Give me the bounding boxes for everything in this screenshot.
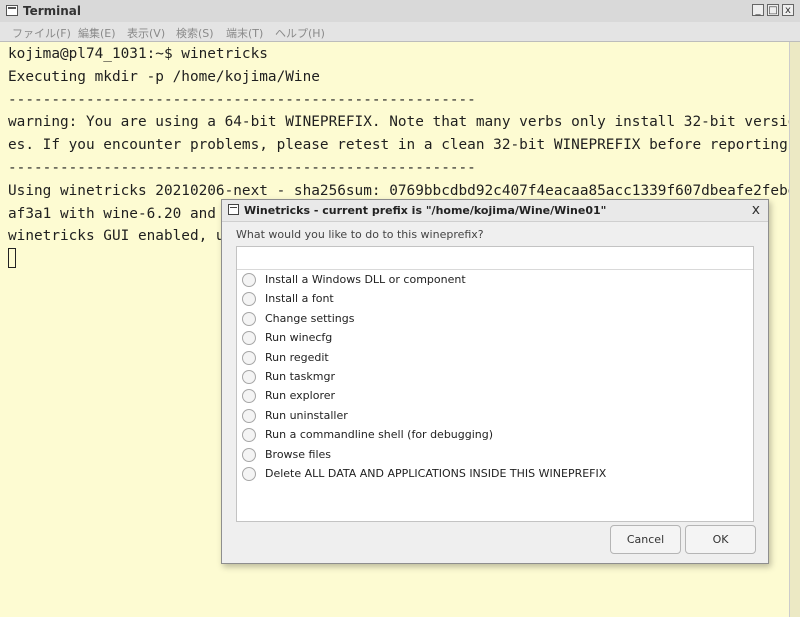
radio-button[interactable] — [242, 311, 256, 326]
option-run-winecfg[interactable]: Run winecfg — [237, 329, 753, 348]
ok-button[interactable]: OK — [685, 525, 756, 554]
option-label: Run uninstaller — [265, 408, 348, 422]
option-run-shell[interactable]: Run a commandline shell (for debugging) — [237, 426, 753, 445]
title-bar[interactable]: Terminal _ □ x — [0, 0, 800, 23]
window-title: Terminal — [23, 4, 82, 18]
option-run-explorer[interactable]: Run explorer — [237, 387, 753, 406]
terminal-line: ----------------------------------------… — [8, 91, 476, 108]
close-button[interactable]: x — [782, 4, 794, 16]
terminal-line: kojima@pl74_1031:~$ winetricks — [8, 46, 268, 62]
options-list[interactable]: Install a Windows DLL or component Insta… — [236, 246, 754, 522]
radio-button[interactable] — [242, 389, 256, 404]
radio-button[interactable] — [242, 331, 256, 346]
terminal-icon — [6, 5, 18, 16]
menu-view[interactable]: 表示(V) — [127, 25, 165, 41]
dialog-prompt: What would you like to do to this winepr… — [236, 228, 484, 241]
terminal-scrollbar[interactable] — [789, 42, 800, 617]
option-label: Install a font — [265, 292, 334, 306]
option-change-settings[interactable]: Change settings — [237, 310, 753, 329]
option-run-taskmgr[interactable]: Run taskmgr — [237, 368, 753, 387]
radio-button[interactable] — [242, 350, 256, 365]
dialog-title-bar[interactable]: Winetricks - current prefix is "/home/ko… — [222, 200, 768, 222]
option-install-dll[interactable]: Install a Windows DLL or component — [237, 271, 753, 290]
terminal-line: es. If you encounter problems, please re… — [8, 137, 792, 154]
cancel-button[interactable]: Cancel — [610, 525, 681, 554]
option-label: Install a Windows DLL or component — [265, 273, 466, 286]
terminal-line: ----------------------------------------… — [8, 159, 476, 176]
menu-terminal[interactable]: 端末(T) — [226, 25, 263, 41]
option-run-uninstaller[interactable]: Run uninstaller — [237, 407, 753, 426]
terminal-line: warning: You are using a 64-bit WINEPREF… — [8, 114, 792, 131]
window-menu-icon[interactable] — [228, 204, 239, 215]
terminal-line: Executing mkdir -p /home/kojima/Wine — [8, 68, 320, 85]
option-label: Run explorer — [265, 389, 336, 403]
option-label: Change settings — [265, 311, 355, 325]
radio-button[interactable] — [242, 273, 256, 287]
option-label: Run a commandline shell (for debugging) — [265, 428, 494, 442]
list-header[interactable] — [237, 247, 753, 270]
menu-help[interactable]: ヘルプ(H) — [275, 25, 325, 41]
window-controls: _ □ x — [752, 4, 794, 16]
option-delete-prefix[interactable]: Delete ALL DATA AND APPLICATIONS INSIDE … — [237, 465, 753, 484]
option-label: Browse files — [265, 447, 332, 461]
option-install-font[interactable]: Install a font — [237, 290, 753, 309]
option-browse-files[interactable]: Browse files — [237, 446, 753, 465]
radio-button[interactable] — [242, 428, 256, 443]
text-cursor — [8, 248, 16, 269]
radio-button[interactable] — [242, 408, 256, 423]
radio-button[interactable] — [242, 292, 256, 307]
menu-edit[interactable]: 編集(E) — [78, 25, 116, 41]
menu-search[interactable]: 検索(S) — [176, 25, 214, 41]
radio-button[interactable] — [242, 467, 256, 481]
menu-file[interactable]: ファイル(F) — [12, 25, 71, 41]
radio-button[interactable] — [242, 447, 256, 462]
minimize-button[interactable]: _ — [752, 4, 764, 16]
option-label: Run regedit — [265, 350, 329, 364]
dialog-title: Winetricks - current prefix is "/home/ko… — [244, 204, 607, 217]
option-label: Delete ALL DATA AND APPLICATIONS INSIDE … — [265, 467, 607, 480]
menu-bar: ファイル(F) 編集(E) 表示(V) 検索(S) 端末(T) ヘルプ(H) — [0, 22, 800, 42]
option-label: Run winecfg — [265, 331, 333, 345]
option-run-regedit[interactable]: Run regedit — [237, 349, 753, 368]
dialog-close-button[interactable]: x — [752, 202, 760, 218]
radio-button[interactable] — [242, 370, 256, 384]
winetricks-dialog: Winetricks - current prefix is "/home/ko… — [221, 199, 769, 564]
option-label: Run taskmgr — [265, 370, 335, 383]
maximize-button[interactable]: □ — [767, 4, 779, 16]
